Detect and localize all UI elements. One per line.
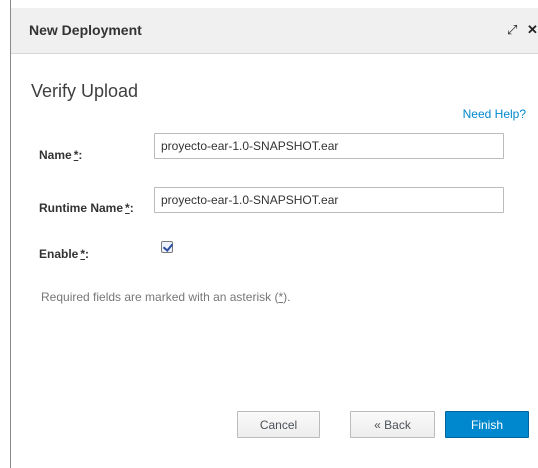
enable-checkbox[interactable] xyxy=(161,241,173,253)
name-label: Name *: xyxy=(39,148,83,162)
page-heading: Verify Upload xyxy=(31,81,139,101)
name-input[interactable] xyxy=(154,133,504,159)
finish-button[interactable]: Finish xyxy=(445,411,529,438)
dialog-titlebar[interactable]: New Deployment ⤢ ✕ xyxy=(11,8,538,54)
maximize-icon[interactable]: ⤢ xyxy=(507,22,517,38)
runtime-name-input[interactable] xyxy=(154,187,504,213)
new-deployment-dialog: New Deployment ⤢ ✕ Verify Upload Need He… xyxy=(10,0,538,468)
runtime-name-label: Runtime Name *: xyxy=(39,201,134,215)
cancel-button[interactable]: Cancel xyxy=(237,411,320,438)
dialog-title: New Deployment xyxy=(29,22,142,38)
close-icon[interactable]: ✕ xyxy=(527,22,538,38)
need-help-link[interactable]: Need Help? xyxy=(463,107,526,121)
required-fields-note: Required fields are marked with an aster… xyxy=(41,290,291,304)
back-button[interactable]: « Back xyxy=(350,411,435,438)
enable-label: Enable *: xyxy=(39,247,90,261)
